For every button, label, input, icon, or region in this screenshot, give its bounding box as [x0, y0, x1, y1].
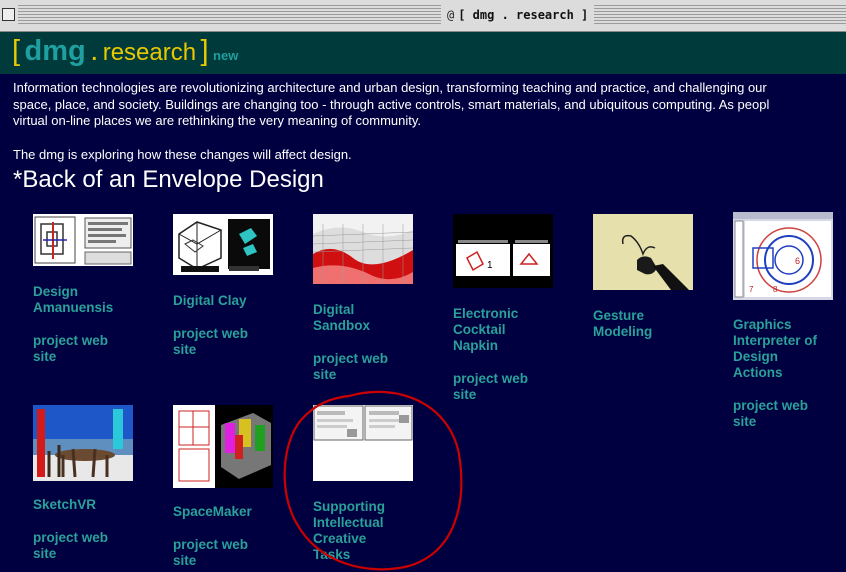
- link-line[interactable]: project web: [173, 326, 248, 341]
- project-title[interactable]: SketchVR: [33, 497, 163, 513]
- titlebar-stripes: [18, 5, 846, 24]
- close-box-icon[interactable]: [2, 8, 15, 21]
- logo-bracket-close: ]: [200, 35, 209, 67]
- project-electronic-cocktail-napkin: 1 Electronic Cocktail Napkin project web…: [453, 214, 583, 403]
- spacemaker-thumbnail[interactable]: [173, 405, 273, 488]
- digital-clay-thumbnail[interactable]: [173, 214, 273, 275]
- project-title-line[interactable]: SpaceMaker: [173, 504, 252, 519]
- section-heading: *Back of an Envelope Design: [13, 166, 324, 193]
- project-title-line[interactable]: Design: [733, 349, 778, 364]
- project-title-line[interactable]: Napkin: [453, 338, 498, 353]
- window-title: @ [ dmg . research ]: [441, 5, 595, 24]
- project-web-site-link[interactable]: project web site: [173, 326, 303, 358]
- project-web-site-link[interactable]: project web site: [33, 333, 163, 365]
- project-design-amanuensis: Design Amanuensis project web site: [33, 214, 163, 365]
- project-digital-clay: Digital Clay project web site: [173, 214, 303, 358]
- project-title-line[interactable]: Digital Clay: [173, 293, 247, 308]
- intro-line-3: virtual on-line places we are rethinking…: [13, 113, 422, 128]
- svg-text:8: 8: [773, 285, 778, 294]
- project-web-site-link[interactable]: project web site: [33, 530, 163, 562]
- link-line[interactable]: project web: [33, 530, 108, 545]
- intro-text: Information technologies are revolutioni…: [13, 80, 846, 163]
- graphics-interpreter-thumbnail[interactable]: 6 7 8: [733, 212, 833, 300]
- link-line[interactable]: site: [173, 342, 196, 357]
- link-line[interactable]: project web: [733, 398, 808, 413]
- project-sketchvr: SketchVR project web site: [33, 405, 163, 562]
- project-title[interactable]: Graphics Interpreter of Design Actions: [733, 317, 846, 381]
- project-digital-sandbox: Digital Sandbox project web site: [313, 214, 443, 383]
- link-line[interactable]: site: [313, 367, 336, 382]
- project-title-line[interactable]: SketchVR: [33, 497, 96, 512]
- link-line[interactable]: site: [33, 349, 56, 364]
- project-web-site-link[interactable]: project web site: [453, 371, 583, 403]
- window-titlebar[interactable]: @ [ dmg . research ]: [0, 0, 846, 32]
- window-title-text: [ dmg . research ]: [458, 7, 589, 22]
- project-title-line[interactable]: Actions: [733, 365, 783, 380]
- project-title[interactable]: Electronic Cocktail Napkin: [453, 306, 583, 354]
- new-link[interactable]: new: [213, 48, 238, 63]
- link-line[interactable]: project web: [173, 537, 248, 552]
- project-title-line[interactable]: Design: [33, 284, 78, 299]
- digital-sandbox-thumbnail[interactable]: [313, 214, 413, 284]
- link-line[interactable]: project web: [33, 333, 108, 348]
- project-gesture-modeling: Gesture Modeling: [593, 214, 723, 340]
- link-line[interactable]: site: [33, 546, 56, 561]
- project-web-site-link[interactable]: project web site: [733, 398, 846, 430]
- project-title-line[interactable]: Modeling: [593, 324, 652, 339]
- project-title[interactable]: Digital Clay: [173, 293, 303, 309]
- intro-line-2: space, place, and society. Buildings are…: [13, 96, 770, 112]
- design-amanuensis-thumbnail[interactable]: [33, 214, 133, 266]
- link-line[interactable]: site: [733, 414, 756, 429]
- svg-text:1: 1: [487, 260, 493, 271]
- link-line[interactable]: project web: [453, 371, 528, 386]
- project-title[interactable]: Digital Sandbox: [313, 302, 443, 334]
- logo-dot: .: [90, 35, 99, 67]
- intro-line-1: Information technologies are revolutioni…: [13, 80, 767, 95]
- project-web-site-link[interactable]: project web site: [313, 351, 443, 383]
- logo-dmg[interactable]: dmg: [25, 35, 86, 67]
- project-title-line[interactable]: Electronic: [453, 306, 518, 321]
- svg-text:7: 7: [749, 285, 754, 294]
- project-graphics-interpreter: 6 7 8 Graphics Interpreter of Design Act…: [733, 212, 846, 430]
- intro-paragraph-2: The dmg is exploring how these changes w…: [13, 146, 352, 162]
- project-title-line[interactable]: Cocktail: [453, 322, 506, 337]
- svg-text:6: 6: [795, 256, 800, 266]
- at-sign-icon: @: [447, 7, 455, 22]
- project-title-line[interactable]: Amanuensis: [33, 300, 113, 315]
- red-annotation-circle: [283, 390, 463, 571]
- electronic-cocktail-napkin-thumbnail[interactable]: 1: [453, 214, 553, 288]
- sketchvr-thumbnail[interactable]: [33, 405, 133, 481]
- site-logo: [ dmg . research ] new: [12, 35, 238, 68]
- logo-research[interactable]: research: [103, 39, 196, 66]
- project-title[interactable]: Gesture Modeling: [593, 308, 723, 340]
- project-title-line[interactable]: Gesture: [593, 308, 644, 323]
- project-title[interactable]: Design Amanuensis: [33, 284, 163, 316]
- logo-bracket-open: [: [12, 35, 21, 67]
- project-title-line[interactable]: Sandbox: [313, 318, 370, 333]
- project-title-line[interactable]: Interpreter of: [733, 333, 817, 348]
- project-title-line[interactable]: Digital: [313, 302, 354, 317]
- project-title-line[interactable]: Graphics: [733, 317, 792, 332]
- link-line[interactable]: project web: [313, 351, 388, 366]
- gesture-modeling-thumbnail[interactable]: [593, 214, 693, 290]
